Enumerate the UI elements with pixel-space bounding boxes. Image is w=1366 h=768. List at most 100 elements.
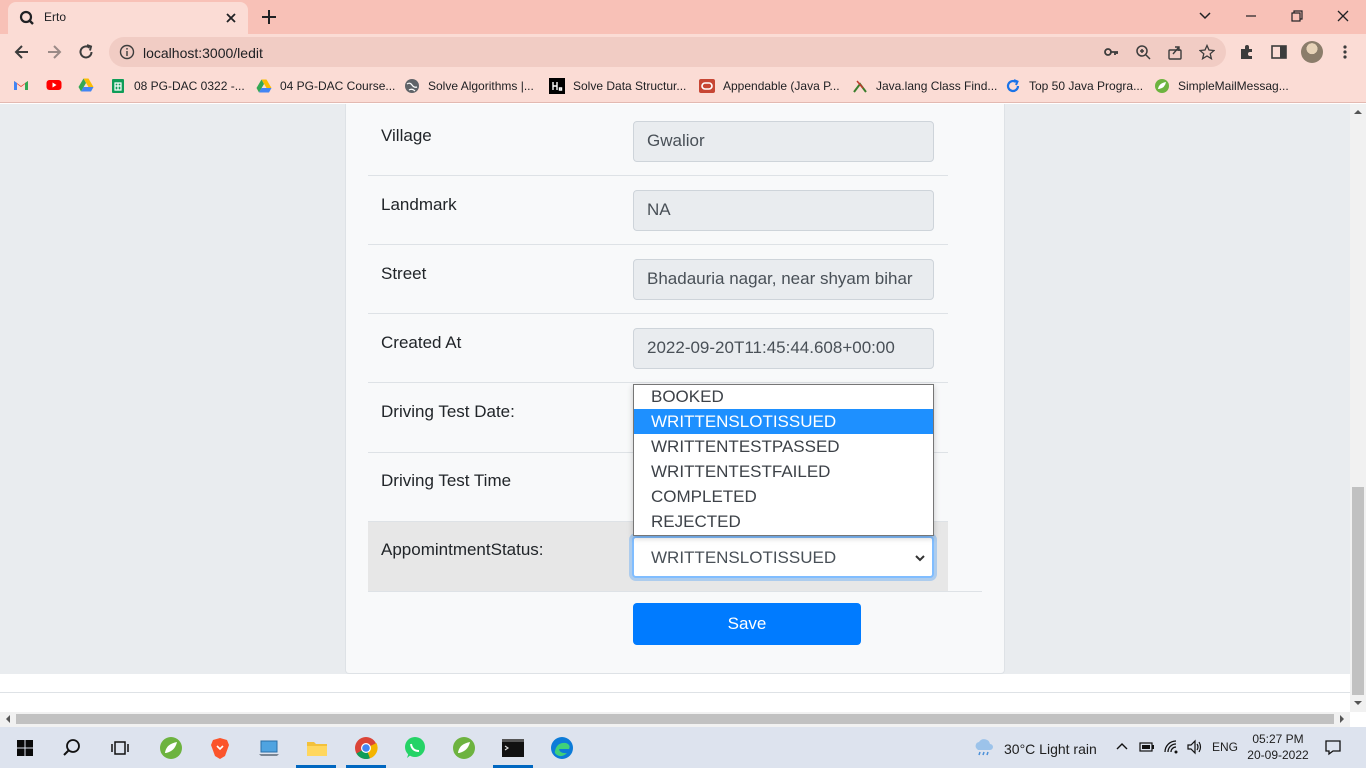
java-icon xyxy=(852,78,868,94)
status-option[interactable]: COMPLETED xyxy=(634,484,933,509)
refresh-icon xyxy=(1005,78,1021,94)
status-option[interactable]: REJECTED xyxy=(634,509,933,534)
status-option-selected[interactable]: WRITTENSLOTISSUED xyxy=(634,409,933,434)
bookmark-label: Java.lang Class Find... xyxy=(876,79,998,93)
bookmark-item[interactable]: Appendable (Java P... xyxy=(699,77,840,95)
gmail-icon[interactable] xyxy=(13,77,29,93)
browser-toolbar: localhost:3000/ledit xyxy=(0,34,1366,70)
reload-icon[interactable] xyxy=(76,42,96,62)
hackerrank-icon xyxy=(549,78,565,94)
browser-tab[interactable]: Erto xyxy=(8,2,248,34)
chrome-icon[interactable] xyxy=(353,735,379,761)
form-divider xyxy=(368,591,982,592)
village-field[interactable]: Gwalior xyxy=(633,121,934,162)
bookmark-item[interactable]: Java.lang Class Find... xyxy=(852,77,997,95)
brave-browser-icon[interactable] xyxy=(207,735,233,761)
bookmark-item[interactable]: 04 PG-DAC Course... xyxy=(256,77,395,95)
command-prompt-icon[interactable] xyxy=(500,735,526,761)
wifi-icon[interactable] xyxy=(1163,739,1179,755)
share-icon[interactable] xyxy=(1167,44,1183,60)
site-info-icon[interactable] xyxy=(119,44,135,60)
tab-search-chevron-icon[interactable] xyxy=(1194,6,1216,26)
status-option[interactable]: WRITTENTESTPASSED xyxy=(634,434,933,459)
driving-test-time-label: Driving Test Time xyxy=(381,471,512,490)
new-tab-icon[interactable] xyxy=(258,6,280,28)
form-row-village: Village Gwalior xyxy=(368,104,948,176)
created-at-field[interactable]: 2022-09-20T11:45:44.608+00:00 xyxy=(633,328,934,369)
address-bar[interactable]: localhost:3000/ledit xyxy=(109,37,1226,67)
system-clock[interactable]: 05:27 PM 20-09-2022 xyxy=(1244,731,1312,763)
bookmark-label: Top 50 Java Progra... xyxy=(1029,79,1144,93)
whatsapp-icon[interactable] xyxy=(402,735,428,761)
scroll-down-arrow-icon[interactable] xyxy=(1353,698,1363,708)
kebab-menu-icon[interactable] xyxy=(1336,43,1354,61)
minimize-icon[interactable] xyxy=(1240,6,1262,26)
file-explorer-icon[interactable] xyxy=(304,735,330,761)
scroll-right-arrow-icon[interactable] xyxy=(1337,714,1347,724)
profile-avatar[interactable] xyxy=(1301,41,1323,63)
youtube-icon[interactable] xyxy=(46,77,62,93)
bookmark-item[interactable]: 08 PG-DAC 0322 -... xyxy=(110,77,245,95)
vertical-scrollbar[interactable] xyxy=(1350,104,1366,712)
page-viewport: Village Gwalior Landmark NA Street Bhada… xyxy=(0,104,1350,712)
status-option[interactable]: WRITTENTESTFAILED xyxy=(634,459,933,484)
bookmark-label: Solve Data Structur... xyxy=(573,79,687,93)
search-icon[interactable] xyxy=(59,735,85,761)
appointment-status-value: WRITTENSLOTISSUED xyxy=(651,548,837,567)
windows-taskbar: 30°C Light rain ENG 05:27 PM 20-09-2022 xyxy=(0,727,1366,768)
close-window-icon[interactable] xyxy=(1332,6,1354,26)
language-indicator[interactable]: ENG xyxy=(1212,740,1238,754)
notifications-icon[interactable] xyxy=(1324,738,1342,756)
weather-rain-icon[interactable] xyxy=(972,737,994,757)
tab-strip: Erto xyxy=(0,0,1366,34)
speaker-icon[interactable] xyxy=(1186,739,1202,755)
google-sheets-icon xyxy=(110,78,126,94)
google-drive-icon xyxy=(256,78,272,94)
scroll-up-arrow-icon[interactable] xyxy=(1353,107,1363,117)
street-field[interactable]: Bhadauria nagar, near shyam bihar xyxy=(633,259,934,300)
google-drive-icon[interactable] xyxy=(78,77,94,93)
status-option[interactable]: BOOKED xyxy=(634,385,933,409)
scroll-left-arrow-icon[interactable] xyxy=(3,714,13,724)
horizontal-scroll-thumb[interactable] xyxy=(16,714,1334,724)
zoom-icon[interactable] xyxy=(1135,44,1151,60)
spring-tool-suite-icon[interactable] xyxy=(158,735,184,761)
bookmark-label: 04 PG-DAC Course... xyxy=(280,79,396,93)
edge-icon[interactable] xyxy=(549,735,575,761)
show-hidden-icons-chevron-icon[interactable] xyxy=(1114,739,1130,755)
save-button[interactable]: Save xyxy=(633,603,861,645)
task-view-icon[interactable] xyxy=(107,735,133,761)
this-pc-icon[interactable] xyxy=(256,735,282,761)
bookmarks-bar: 08 PG-DAC 0322 -... 04 PG-DAC Course... … xyxy=(0,70,1366,103)
url-text: localhost:3000/ledit xyxy=(143,45,263,61)
close-tab-icon[interactable] xyxy=(222,9,240,27)
appointment-status-select[interactable]: WRITTENSLOTISSUED xyxy=(632,536,934,578)
spring-tool-suite-icon[interactable] xyxy=(451,735,477,761)
windows-start-icon[interactable] xyxy=(12,735,38,761)
weather-text[interactable]: 30°C Light rain xyxy=(1004,741,1097,757)
side-panel-icon[interactable] xyxy=(1270,43,1288,61)
bookmark-label: Appendable (Java P... xyxy=(723,79,840,93)
page-divider xyxy=(0,692,1350,693)
battery-icon[interactable] xyxy=(1139,739,1155,755)
bookmark-item[interactable]: Solve Data Structur... xyxy=(549,77,686,95)
bookmark-label: Solve Algorithms |... xyxy=(428,79,534,93)
form-row-street: Street Bhadauria nagar, near shyam bihar xyxy=(368,245,948,314)
key-icon[interactable] xyxy=(1103,44,1119,60)
spring-icon xyxy=(1154,78,1170,94)
appointment-status-label: AppomintmentStatus: xyxy=(381,540,544,559)
forward-arrow-icon[interactable] xyxy=(44,42,64,62)
landmark-label: Landmark xyxy=(381,195,457,214)
clock-date: 20-09-2022 xyxy=(1247,748,1309,762)
bookmark-item[interactable]: SimpleMailMessag... xyxy=(1154,77,1289,95)
landmark-field[interactable]: NA xyxy=(633,190,934,231)
back-arrow-icon[interactable] xyxy=(12,42,32,62)
bookmark-item[interactable]: Solve Algorithms |... xyxy=(404,77,534,95)
horizontal-scrollbar[interactable] xyxy=(0,712,1350,727)
bookmark-item[interactable]: Top 50 Java Progra... xyxy=(1005,77,1143,95)
clock-time: 05:27 PM xyxy=(1252,732,1304,746)
bookmark-star-icon[interactable] xyxy=(1199,44,1215,60)
extensions-puzzle-icon[interactable] xyxy=(1238,43,1256,61)
restore-icon[interactable] xyxy=(1286,6,1308,26)
vertical-scroll-thumb[interactable] xyxy=(1352,487,1364,695)
